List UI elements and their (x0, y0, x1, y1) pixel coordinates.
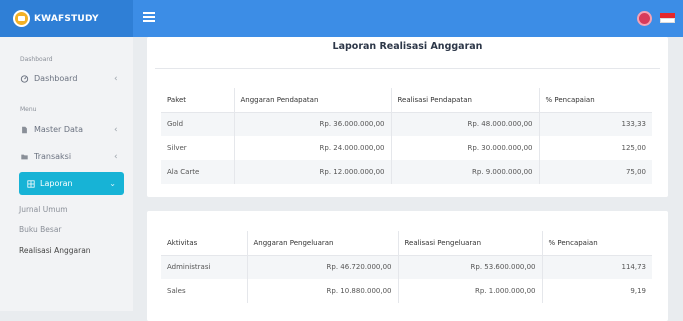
sidebar-item-dashboard[interactable]: Dashboard (20, 74, 77, 83)
file-icon (22, 126, 27, 133)
sidebar-item-label: Master Data (34, 125, 83, 134)
top-navbar: KWAFSTUDY (0, 0, 683, 37)
brand[interactable]: KWAFSTUDY (0, 0, 133, 37)
chevron-left-icon: ‹ (114, 74, 118, 84)
table-cell: Rp. 46.720.000,00 (247, 255, 399, 279)
column-header: Realisasi Pengeluaran (398, 231, 543, 256)
chevron-down-icon: ⌄ (109, 179, 116, 188)
table-cell: Rp. 36.000.000,00 (234, 112, 392, 136)
indonesia-flag-icon[interactable] (660, 13, 675, 24)
table-cell: 75,00 (539, 160, 652, 184)
sidebar-subitem-realisasi-anggaran[interactable]: Realisasi Anggaran (19, 246, 91, 255)
hamburger-icon[interactable] (143, 12, 155, 23)
sidebar-section-dashboard: Dashboard (20, 56, 53, 63)
sidebar-subitem-buku-besar[interactable]: Buku Besar (19, 225, 62, 234)
brand-name: KWAFSTUDY (34, 13, 99, 24)
column-header: Paket (161, 88, 235, 113)
report-card-expense: Aktivitas Anggaran Pengeluaran Realisasi… (147, 211, 668, 321)
table-cell: Rp. 53.600.000,00 (398, 255, 543, 279)
table-cell: Sales (161, 279, 248, 303)
column-header: Anggaran Pendapatan (234, 88, 392, 113)
brand-logo-icon (13, 10, 30, 27)
user-avatar-icon[interactable] (637, 11, 652, 26)
table-cell: Rp. 30.000.000,00 (391, 136, 540, 160)
table-cell: Rp. 1.000.000,00 (398, 279, 543, 303)
expense-table: Aktivitas Anggaran Pengeluaran Realisasi… (161, 231, 652, 303)
table-cell: Ala Carte (161, 160, 235, 184)
table-header-row: Aktivitas Anggaran Pengeluaran Realisasi… (161, 231, 652, 256)
chevron-left-icon: ‹ (114, 125, 118, 135)
table-cell: Silver (161, 136, 235, 160)
sidebar-item-transaksi[interactable]: Transaksi (20, 152, 71, 161)
table-cell: Rp. 24.000.000,00 (234, 136, 392, 160)
sidebar-item-label: Dashboard (34, 74, 78, 83)
sidebar-subitem-jurnal-umum[interactable]: Jurnal Umum (19, 205, 68, 214)
table-cell: 114,73 (542, 255, 652, 279)
dashboard-icon (20, 74, 29, 83)
table-row: Silver Rp. 24.000.000,00 Rp. 30.000.000,… (161, 136, 652, 160)
sidebar-item-label: Transaksi (34, 152, 72, 161)
income-table: Paket Anggaran Pendapatan Realisasi Pend… (161, 88, 652, 184)
table-cell: Rp. 9.000.000,00 (391, 160, 540, 184)
table-cell: 133,33 (539, 112, 652, 136)
column-header: % Pencapaian (542, 231, 652, 256)
table-cell: 9,19 (630, 287, 646, 295)
sidebar-section-menu: Menu (20, 106, 37, 113)
report-card-income: Laporan Realisasi Anggaran Paket Anggara… (147, 37, 668, 197)
chevron-left-icon: ‹ (114, 152, 118, 162)
page-title: Laporan Realisasi Anggaran (332, 41, 483, 52)
table-row: Ala Carte Rp. 12.000.000,00 Rp. 9.000.00… (161, 160, 652, 184)
main-content: Laporan Realisasi Anggaran Paket Anggara… (133, 37, 683, 321)
table-cell: Rp. 10.880.000,00 (247, 279, 399, 303)
sidebar-item-master-data[interactable]: Master Data (20, 125, 83, 134)
table-cell: Rp. 48.000.000,00 (391, 112, 540, 136)
table-cell: Rp. 12.000.000,00 (234, 160, 392, 184)
table-row: Sales Rp. 10.880.000,00 Rp. 1.000.000,00… (161, 279, 652, 303)
column-header: Anggaran Pengeluaran (247, 231, 399, 256)
folder-icon (21, 154, 28, 159)
table-row: Gold Rp. 36.000.000,00 Rp. 48.000.000,00… (161, 112, 652, 136)
column-header: Aktivitas (161, 231, 248, 256)
table-header-row: Paket Anggaran Pendapatan Realisasi Pend… (161, 88, 652, 113)
sidebar-item-label: Laporan (40, 179, 73, 188)
column-header: % Pencapaian (539, 88, 652, 113)
divider (155, 68, 660, 69)
table-cell: Gold (161, 112, 235, 136)
table-icon (27, 179, 35, 188)
column-header: Realisasi Pendapatan (391, 88, 540, 113)
table-cell: Administrasi (161, 255, 248, 279)
sidebar-item-laporan[interactable]: Laporan ⌄ (19, 172, 124, 195)
table-cell: 125,00 (621, 144, 647, 152)
table-row: Administrasi Rp. 46.720.000,00 Rp. 53.60… (161, 255, 652, 279)
